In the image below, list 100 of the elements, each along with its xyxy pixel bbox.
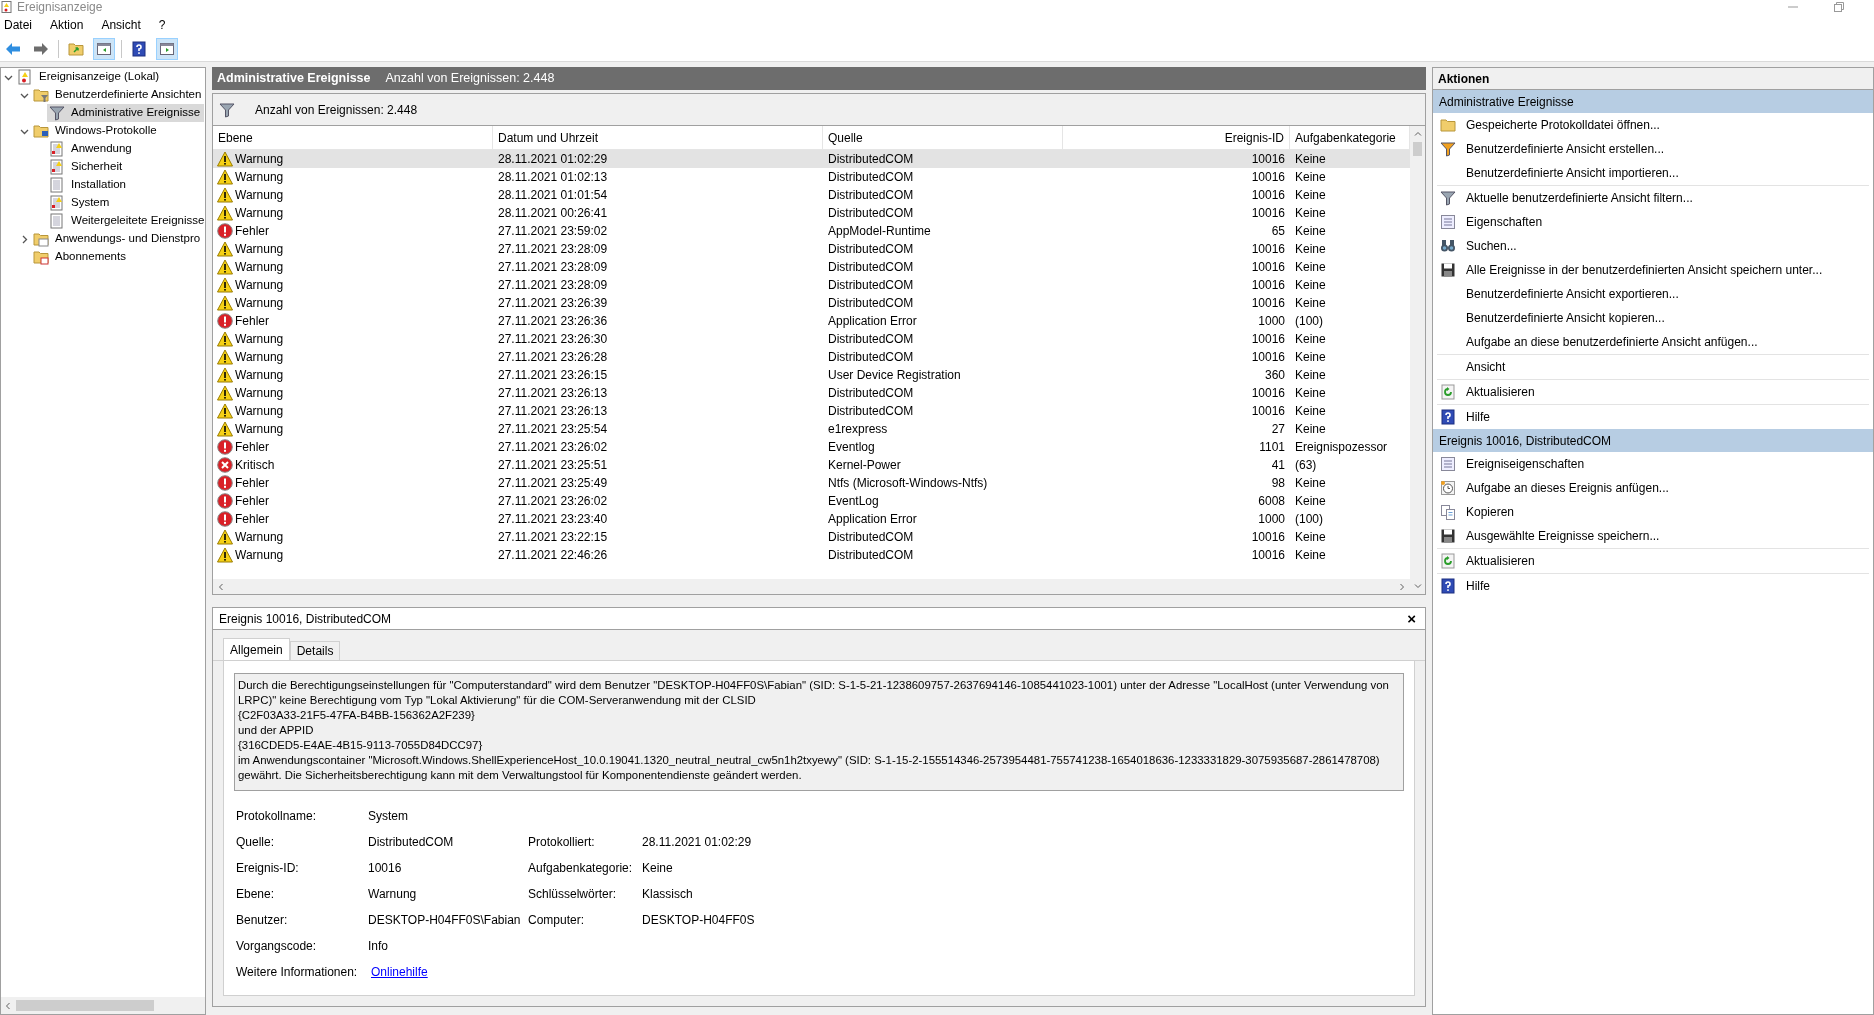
level-text: Warnung — [235, 187, 284, 204]
field-value: Info — [368, 938, 389, 955]
action-item[interactable]: Aktuelle benutzerdefinierte Ansicht filtern... — [1437, 186, 1869, 210]
tree-item[interactable]: Administrative Ereignisse — [47, 104, 205, 122]
table-cell-text: 27.11.2021 23:26:15 — [497, 367, 609, 384]
field-label: Ebene: — [236, 886, 276, 903]
table-cell-text: 360 — [1263, 367, 1286, 384]
table-cell-text: DistributedCOM — [827, 259, 915, 276]
action-item[interactable]: Benutzerdefinierte Ansicht kopieren... — [1437, 306, 1869, 330]
scroll-left-icon[interactable] — [217, 582, 225, 591]
menu-item[interactable]: Aktion — [50, 16, 84, 34]
tree-item[interactable]: Anwendung — [47, 140, 136, 158]
field-label: Schlüsselwörter: — [528, 886, 618, 903]
action-item[interactable]: Aufgabe an dieses Ereignis anfügen... — [1437, 476, 1869, 500]
field-label: Protokolliert: — [528, 834, 596, 851]
log-icon — [49, 141, 65, 157]
column-header[interactable]: Quelle — [823, 126, 1063, 149]
action-item[interactable]: Kopieren — [1437, 500, 1869, 524]
table-cell-text: 27.11.2021 23:25:54 — [497, 421, 609, 438]
table-cell-text: 10016 — [1250, 403, 1286, 420]
menu-item[interactable]: Datei — [4, 16, 32, 34]
scroll-down-icon[interactable] — [1413, 582, 1422, 590]
field-value: DESKTOP-H04FF0S — [642, 912, 756, 929]
column-header[interactable]: Datum und Uhrzeit — [493, 126, 823, 149]
section-header[interactable]: Ereignis 10016, DistributedCOM — [1433, 429, 1873, 452]
table-cell-text: Keine — [1294, 241, 1327, 258]
table-cell-text: (63) — [1294, 457, 1318, 474]
menu-item[interactable]: Ansicht — [101, 16, 141, 34]
table-cell-text: Keine — [1294, 151, 1327, 168]
action-item[interactable]: Ausgewählte Ereignisse speichern... — [1437, 524, 1869, 548]
level-text: Warnung — [235, 169, 284, 186]
restore-icon[interactable] — [1834, 2, 1844, 12]
table-cell-text: Keine — [1294, 493, 1327, 510]
level-text: Warnung — [235, 529, 284, 546]
table-cell-text: 10016 — [1250, 529, 1286, 546]
warning-icon — [217, 403, 233, 419]
scroll-up-icon[interactable] — [1413, 130, 1422, 138]
action-item[interactable]: Aktualisieren — [1437, 549, 1869, 573]
action-item[interactable]: Ereigniseigenschaften — [1437, 452, 1869, 476]
table-cell-text: DistributedCOM — [827, 331, 915, 348]
action-item[interactable]: Benutzerdefinierte Ansicht exportieren... — [1437, 282, 1869, 306]
scrollbar-thumb[interactable] — [1413, 142, 1422, 156]
table-cell-text: 27.11.2021 23:26:13 — [497, 403, 609, 420]
table-cell-text: DistributedCOM — [827, 385, 915, 402]
field-label: Benutzer: — [236, 912, 289, 929]
action-item[interactable]: Gespeicherte Protokolldatei öffnen... — [1437, 113, 1869, 137]
folder-icon — [33, 123, 49, 139]
action-item[interactable]: Hilfe — [1437, 574, 1869, 598]
table-cell-text: DistributedCOM — [827, 547, 915, 564]
table-cell-text: 10016 — [1250, 241, 1286, 258]
table-cell-text: 27.11.2021 23:26:30 — [497, 331, 609, 348]
event-row[interactable]: Warnung 28.11.2021 01:02:29 DistributedCOM 10016 Keine — [213, 150, 1410, 168]
table-cell-text: 27 — [1270, 421, 1286, 438]
scroll-left-icon[interactable] — [4, 1001, 12, 1010]
tree-item[interactable]: Installation — [47, 176, 130, 194]
table-cell-text: DistributedCOM — [827, 529, 915, 546]
tree-item[interactable]: Anwendungs- und Dienstpro — [31, 230, 205, 248]
tree-item[interactable]: Weitergeleitete Ereignisse — [47, 212, 209, 230]
table-cell-text: Keine — [1294, 277, 1327, 294]
menu-item[interactable]: ? — [158, 16, 166, 34]
tree-item[interactable]: Benutzerdefinierte Ansichten — [31, 86, 206, 104]
table-cell-text: e1rexpress — [827, 421, 889, 438]
column-header[interactable]: Ereignis-ID — [1063, 126, 1290, 149]
scroll-right-icon[interactable] — [1398, 582, 1406, 591]
action-item[interactable]: Alle Ereignisse in der benutzerdefinierten Ansicht speichern unter... — [1437, 258, 1869, 282]
action-item[interactable]: Benutzerdefinierte Ansicht erstellen... — [1437, 137, 1869, 161]
tree-item[interactable]: System — [47, 194, 114, 212]
toolbar-button[interactable] — [156, 37, 178, 60]
critical-icon — [217, 457, 233, 473]
level-text: Warnung — [235, 349, 284, 366]
table-cell-text: 10016 — [1250, 259, 1286, 276]
action-item[interactable]: Hilfe — [1437, 405, 1869, 429]
section-header[interactable]: Administrative Ereignisse — [1433, 90, 1873, 113]
tree-item[interactable]: Windows-Protokolle — [31, 122, 161, 140]
tree-item[interactable]: Abonnements — [31, 248, 130, 266]
action-item[interactable]: Suchen... — [1437, 234, 1869, 258]
help-link[interactable]: Onlinehilfe — [371, 963, 428, 981]
horizontal-scrollbar[interactable] — [1, 997, 205, 1014]
toolbar-button[interactable] — [93, 37, 115, 60]
action-item[interactable]: Aktualisieren — [1437, 380, 1869, 404]
field-label: Vorgangscode: — [236, 938, 318, 955]
vertical-scrollbar[interactable] — [1410, 126, 1425, 594]
action-item[interactable]: Benutzerdefinierte Ansicht importieren... — [1437, 161, 1869, 185]
table-cell-text: Keine — [1294, 367, 1327, 384]
table-cell-text: Keine — [1294, 421, 1327, 438]
action-item[interactable]: Aufgabe an diese benutzerdefinierte Ansicht anfügen... — [1437, 330, 1869, 354]
column-header[interactable]: Ebene — [213, 126, 493, 149]
scrollbar-thumb[interactable] — [16, 1000, 154, 1011]
tree-item[interactable]: Ereignisanzeige (Lokal) — [15, 68, 164, 86]
level-text: Warnung — [235, 403, 284, 420]
tab[interactable]: Allgemein — [223, 638, 290, 660]
action-item[interactable]: Ansicht — [1437, 355, 1869, 379]
horizontal-scrollbar[interactable] — [213, 579, 1410, 594]
field-label: Quelle: — [236, 834, 276, 851]
table-cell-text: 28.11.2021 01:02:13 — [497, 169, 609, 186]
close-button[interactable]: × — [1404, 611, 1419, 626]
action-item[interactable]: Eigenschaften — [1437, 210, 1869, 234]
tree-item[interactable]: Sicherheit — [47, 158, 127, 176]
table-cell-text: DistributedCOM — [827, 349, 915, 366]
tab[interactable]: Details — [289, 641, 341, 660]
